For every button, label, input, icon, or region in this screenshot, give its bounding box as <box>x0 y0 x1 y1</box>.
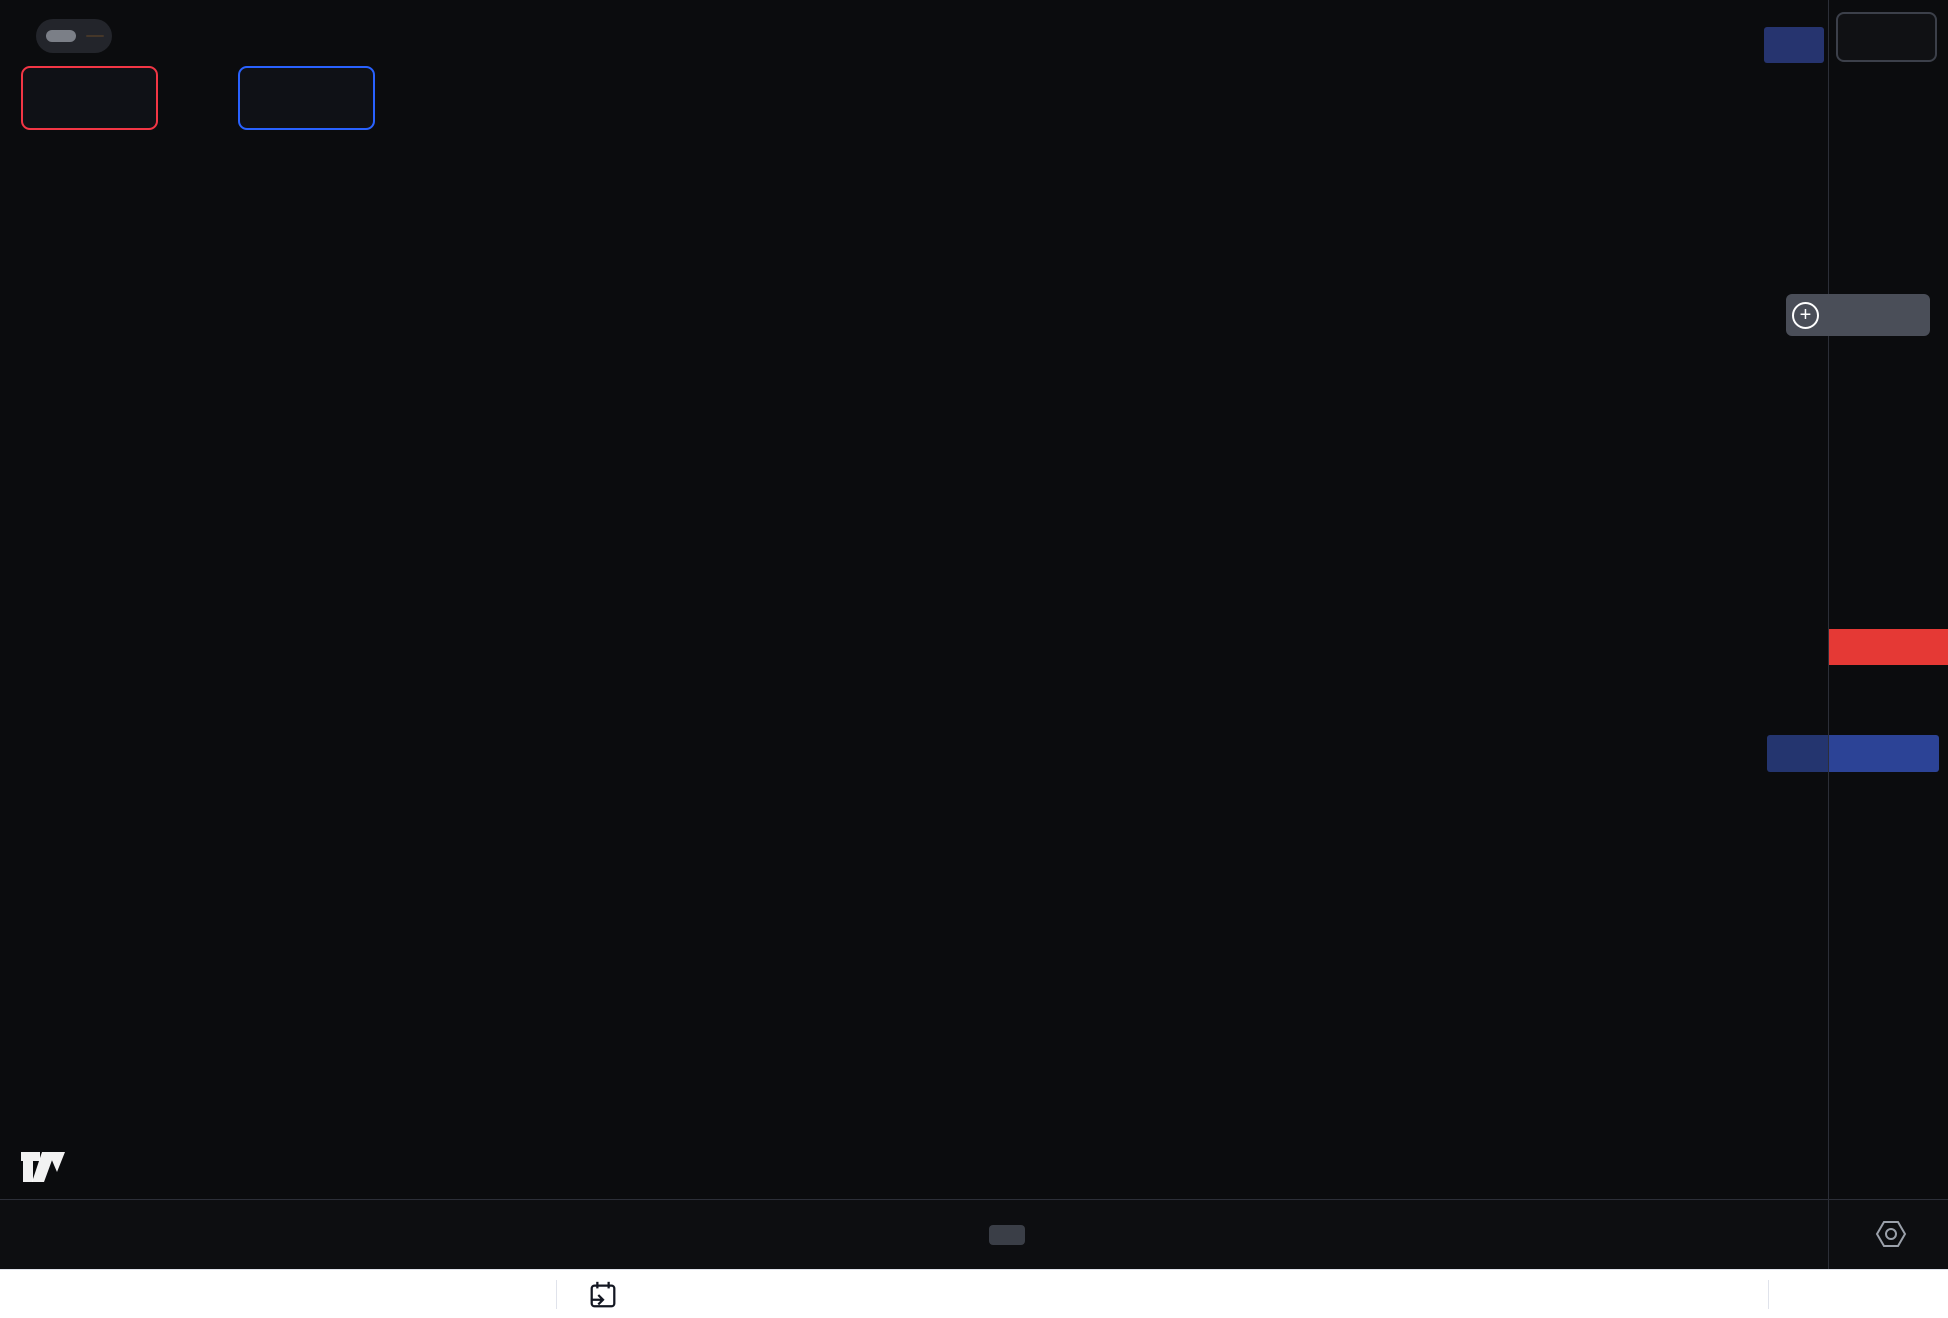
tradingview-chart-window: + <box>0 0 1948 1318</box>
toolbar-divider <box>556 1280 557 1309</box>
high-line-badge <box>1764 27 1824 63</box>
toolbar-divider <box>1768 1280 1769 1309</box>
timeframe-badge[interactable] <box>86 35 104 37</box>
crosshair-date-tooltip <box>989 1225 1025 1245</box>
go-to-date-icon[interactable] <box>586 1279 620 1311</box>
last-price-label <box>1829 629 1948 665</box>
low-line-badge <box>1767 735 1828 772</box>
axis-horizontal-separator <box>0 1199 1948 1200</box>
axis-settings-icon[interactable] <box>1874 1217 1908 1251</box>
crosshair-price-tooltip[interactable]: + <box>1786 294 1930 336</box>
collapse-legend-icon[interactable] <box>46 30 76 42</box>
low-price-label <box>1829 735 1939 772</box>
bottom-toolbar <box>0 1269 1948 1318</box>
sell-button[interactable] <box>21 66 158 130</box>
time-axis[interactable] <box>0 1200 1948 1269</box>
legend-pill[interactable] <box>36 19 112 53</box>
price-change-row <box>148 24 166 50</box>
add-alert-plus-icon[interactable]: + <box>1792 302 1819 329</box>
buy-button[interactable] <box>238 66 375 130</box>
price-chart-canvas[interactable] <box>0 0 1948 1199</box>
tradingview-logo[interactable] <box>18 1146 68 1195</box>
price-axis[interactable] <box>1829 0 1948 1199</box>
